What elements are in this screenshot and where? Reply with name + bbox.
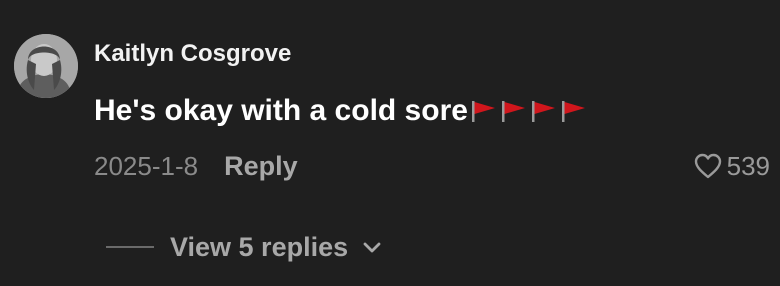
chevron-down-icon: [363, 242, 381, 253]
view-replies-button[interactable]: View 5 replies: [106, 230, 382, 264]
comment-author[interactable]: Kaitlyn Cosgrove: [94, 40, 291, 68]
comment-meta: 2025-1-8 Reply: [94, 150, 298, 182]
like-count: 539: [726, 150, 770, 181]
avatar-image: [14, 34, 78, 98]
like-button[interactable]: 539: [693, 150, 770, 182]
avatar[interactable]: [14, 34, 78, 98]
red-flag-icon: [561, 101, 585, 122]
comment-text: He's okay with a cold sore: [94, 94, 468, 127]
view-replies-label: View 5 replies: [170, 231, 349, 262]
red-flag-icon: [531, 101, 555, 122]
comment-emoji: [470, 99, 587, 123]
red-flag-icon: [471, 101, 495, 122]
comment-body: He's okay with a cold sore: [94, 94, 587, 128]
heart-icon: [694, 153, 721, 179]
comment-date: 2025-1-8: [94, 150, 199, 181]
divider-line: [106, 246, 154, 248]
red-flag-icon: [501, 101, 525, 122]
reply-button[interactable]: Reply: [224, 151, 298, 182]
